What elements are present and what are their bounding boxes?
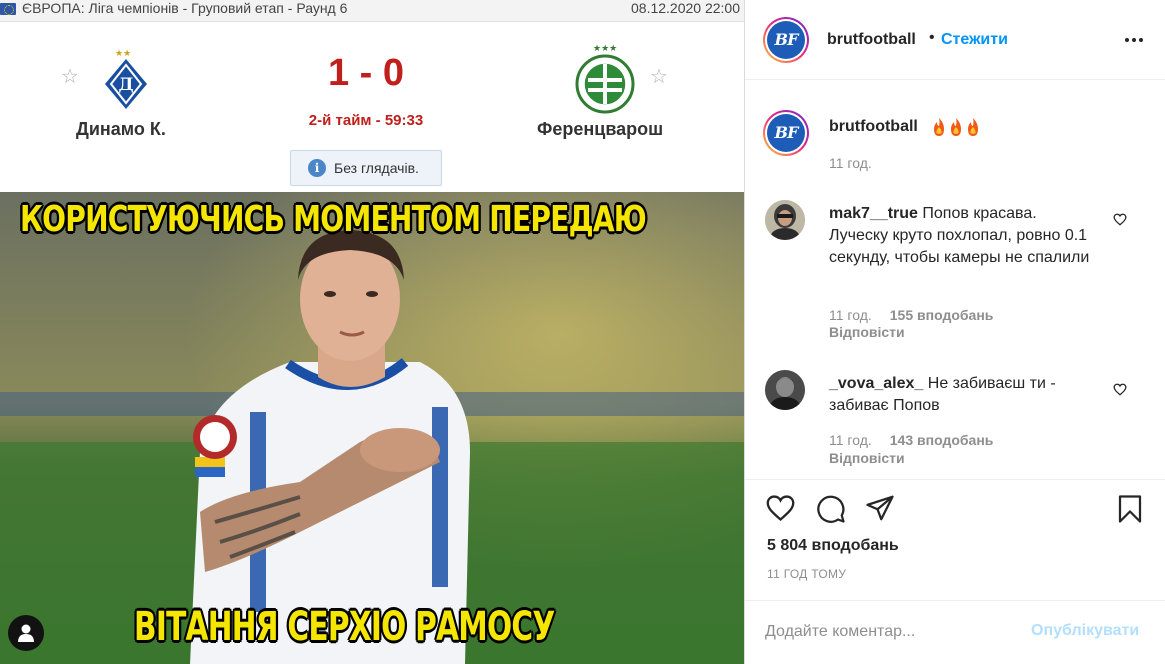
separator-dot: • <box>929 29 935 46</box>
comment-input[interactable] <box>765 619 1025 645</box>
add-comment-bar: Опублікувати <box>745 600 1165 664</box>
comment-avatar[interactable] <box>765 370 805 410</box>
heart-icon[interactable] <box>1113 213 1127 226</box>
likes-count[interactable]: 5 804 вподобань <box>767 537 899 555</box>
notice-text: Без глядачів. <box>334 160 419 176</box>
more-options-icon[interactable] <box>1125 38 1143 42</box>
europe-flag-icon <box>0 3 16 15</box>
reply-button[interactable]: Відповісти <box>829 450 905 466</box>
comment-likes[interactable]: 155 вподобань <box>890 307 994 323</box>
avatar[interactable]: BF <box>763 17 809 63</box>
caption-username-link[interactable]: brutfootball <box>829 118 918 136</box>
post-timestamp: 11 ГОД ТОМУ <box>767 567 847 581</box>
caption-avatar[interactable]: BF <box>763 110 809 156</box>
share-icon[interactable] <box>865 494 895 522</box>
league-title: ЄВРОПА: Ліга чемпіонів - Груповий етап -… <box>22 0 348 16</box>
ferencvaros-crest-icon: ★★★ <box>575 44 635 114</box>
meme-bottom-text: ВІТАННЯ СЕРХІО РАМОСУ <box>134 604 555 650</box>
star-icon: ☆ <box>650 66 668 88</box>
comment-time: 11 год. <box>829 307 872 323</box>
heart-icon[interactable] <box>765 494 796 522</box>
svg-text:★★★: ★★★ <box>593 44 617 54</box>
post-sidebar: BF brutfootball • Стежити BF brutfootbal… <box>744 0 1165 664</box>
comment-meta: 11 год. 155 вподобань <box>829 307 993 323</box>
comment-likes[interactable]: 143 вподобань <box>890 432 994 448</box>
comment-body: mak7__true Попов красава. Луческу круто … <box>829 203 1099 269</box>
player-photo <box>0 192 744 664</box>
no-spectators-notice: i Без глядачів. <box>290 150 442 186</box>
caption-timestamp: 11 год. <box>829 155 872 171</box>
avatar-initials: BF <box>767 21 805 59</box>
instagram-post-window: ЄВРОПА: Ліга чемпіонів - Груповий етап -… <box>0 0 1165 664</box>
fire-emoji-icon <box>968 118 978 136</box>
fire-emoji-icon <box>934 118 944 136</box>
meme-top-text: КОРИСТУЮЧИСЬ МОМЕНТОМ ПЕРЕДАЮ <box>20 199 647 240</box>
avatar-initials: BF <box>767 114 805 152</box>
heart-icon[interactable] <box>1113 383 1127 396</box>
comment-username-link[interactable]: mak7__true <box>829 205 918 222</box>
username-link[interactable]: brutfootball <box>827 31 916 49</box>
comment-time: 11 год. <box>829 432 872 448</box>
scoreboard-panel: ЄВРОПА: Ліга чемпіонів - Груповий етап -… <box>0 0 744 192</box>
comment-icon[interactable] <box>816 494 846 524</box>
comment-meta: 11 год. 143 вподобань <box>829 432 993 448</box>
user-tag-icon <box>18 624 34 642</box>
home-team-name: Динамо К. <box>76 119 166 139</box>
post-image[interactable]: ЄВРОПА: Ліга чемпіонів - Груповий етап -… <box>0 0 744 664</box>
publish-button[interactable]: Опублікувати <box>1031 622 1139 640</box>
svg-text:Д: Д <box>118 75 133 95</box>
away-team-name: Ференцварош <box>537 119 664 139</box>
post-header: BF brutfootball • Стежити <box>745 0 1165 80</box>
match-score: 1 - 0 <box>327 52 405 94</box>
comment-body: _vova_alex_ Не забиваєш ти - забиває Поп… <box>829 373 1099 417</box>
bookmark-icon[interactable] <box>1117 494 1143 524</box>
svg-text:★★: ★★ <box>115 49 131 59</box>
fire-emoji-icon <box>951 118 961 136</box>
star-icon: ☆ <box>61 66 79 88</box>
info-icon: i <box>308 159 326 177</box>
scoreboard-header: ЄВРОПА: Ліга чемпіонів - Груповий етап -… <box>0 0 744 22</box>
comment-username-link[interactable]: _vova_alex_ <box>829 375 923 392</box>
reply-button[interactable]: Відповісти <box>829 324 905 340</box>
post-actions <box>745 479 1165 539</box>
match-time: 2-й тайм - 59:33 <box>308 112 424 129</box>
dynamo-crest-icon: ★★ Д <box>105 49 147 109</box>
follow-button[interactable]: Стежити <box>941 31 1008 49</box>
match-date: 08.12.2020 22:00 <box>631 0 740 16</box>
user-tag-button[interactable] <box>8 615 44 651</box>
comment-avatar[interactable] <box>765 200 805 240</box>
